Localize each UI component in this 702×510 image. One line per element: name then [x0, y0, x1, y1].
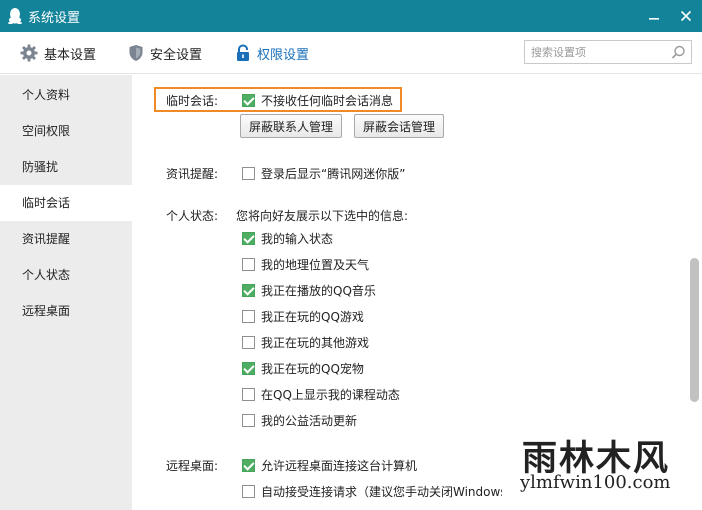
checkbox-checked[interactable]	[242, 362, 255, 375]
status-option-course-activity[interactable]: 在QQ上显示我的课程动态	[242, 386, 400, 403]
option-label: 在QQ上显示我的课程动态	[261, 388, 400, 402]
block-contacts-manage-button[interactable]: 屏蔽联系人管理	[240, 114, 343, 138]
news-reminder-label: 资讯提醒:	[166, 167, 219, 181]
option-label: 我的地理位置及天气	[261, 258, 370, 272]
settings-toolbar: 基本设置 安全设置 权限设置	[0, 32, 702, 74]
scrollbar-thumb[interactable]	[690, 258, 699, 402]
checkbox-checked[interactable]	[242, 459, 255, 472]
search-box	[524, 40, 692, 64]
search-icon[interactable]	[671, 45, 686, 60]
checkbox-unchecked[interactable]	[242, 485, 255, 498]
option-label: 我的输入状态	[261, 232, 334, 246]
option-label: 我正在玩的QQ宠物	[261, 362, 364, 376]
sidebar-item-profile[interactable]: 个人资料	[0, 77, 132, 113]
sidebar-item-news-reminder[interactable]: 资讯提醒	[0, 221, 132, 257]
option-label: 允许远程桌面连接这台计算机	[261, 459, 418, 473]
search-input[interactable]	[525, 41, 665, 63]
sidebar-item-anti-harassment[interactable]: 防骚扰	[0, 149, 132, 185]
watermark: 雨林木风 ylmfwin100.com	[520, 430, 700, 505]
remote-desktop-label: 远程桌面:	[166, 459, 219, 473]
sidebar-item-personal-status[interactable]: 个人状态	[0, 257, 132, 293]
lock-icon	[237, 44, 249, 61]
option-label: 我正在玩的QQ游戏	[261, 310, 364, 324]
tab-label: 基本设置	[44, 47, 97, 63]
sidebar-item-space-permission[interactable]: 空间权限	[0, 113, 132, 149]
shield-icon	[129, 45, 143, 61]
title-bar: 系统设置	[0, 0, 702, 32]
show-tencent-mini-option[interactable]: 登录后显示“腾讯网迷你版”	[242, 165, 405, 182]
watermark-url: ylmfwin100.com	[520, 472, 671, 493]
tab-label: 权限设置	[257, 47, 310, 63]
checkbox-unchecked[interactable]	[242, 310, 255, 323]
tab-permission-settings[interactable]: 权限设置	[235, 32, 309, 74]
close-button[interactable]	[670, 0, 702, 32]
gear-icon	[20, 44, 38, 62]
status-option-qq-pet[interactable]: 我正在玩的QQ宠物	[242, 360, 364, 377]
checkbox-unchecked[interactable]	[242, 336, 255, 349]
remote-allow-connection-option[interactable]: 允许远程桌面连接这台计算机	[242, 457, 417, 474]
option-label: 我的公益活动更新	[261, 414, 358, 428]
tab-basic-settings[interactable]: 基本设置	[20, 32, 96, 74]
checkbox-unchecked[interactable]	[242, 414, 255, 427]
temp-session-label: 临时会话:	[166, 94, 219, 108]
tab-security-settings[interactable]: 安全设置	[128, 32, 202, 74]
sidebar: 个人资料 空间权限 防骚扰 临时会话 资讯提醒 个人状态 远程桌面	[0, 75, 132, 510]
option-label: 我正在播放的QQ音乐	[261, 284, 376, 298]
option-label: 自动接受连接请求（建议您手动关闭Windows防火墙）	[261, 485, 502, 499]
checkbox-checked[interactable]	[242, 284, 255, 297]
status-option-location-weather[interactable]: 我的地理位置及天气	[242, 256, 369, 273]
reject-temp-session-option[interactable]: 不接收任何临时会话消息	[242, 92, 393, 109]
status-option-other-games[interactable]: 我正在玩的其他游戏	[242, 334, 369, 351]
status-option-typing[interactable]: 我的输入状态	[242, 230, 333, 247]
remote-auto-accept-option[interactable]: 自动接受连接请求（建议您手动关闭Windows防火墙）	[242, 483, 502, 500]
status-option-qq-music[interactable]: 我正在播放的QQ音乐	[242, 282, 376, 299]
tab-label: 安全设置	[150, 47, 203, 63]
status-option-charity[interactable]: 我的公益活动更新	[242, 412, 357, 429]
checkbox-checked[interactable]	[242, 94, 255, 107]
qq-penguin-icon	[8, 8, 22, 24]
checkbox-unchecked[interactable]	[242, 388, 255, 401]
sidebar-item-remote-desktop[interactable]: 远程桌面	[0, 293, 132, 329]
checkbox-unchecked[interactable]	[242, 258, 255, 271]
personal-status-description: 您将向好友展示以下选中的信息:	[236, 209, 409, 223]
window-title: 系统设置	[28, 10, 81, 26]
sidebar-item-temp-session[interactable]: 临时会话	[0, 185, 132, 221]
checkbox-checked[interactable]	[242, 232, 255, 245]
status-option-qq-game[interactable]: 我正在玩的QQ游戏	[242, 308, 364, 325]
minimize-icon	[649, 18, 659, 20]
option-label: 我正在玩的其他游戏	[261, 336, 370, 350]
close-icon	[680, 10, 692, 22]
block-sessions-manage-button[interactable]: 屏蔽会话管理	[354, 114, 445, 138]
personal-status-label: 个人状态:	[166, 209, 219, 223]
minimize-button[interactable]	[638, 0, 670, 32]
option-label: 不接收任何临时会话消息	[261, 94, 394, 108]
checkbox-unchecked[interactable]	[242, 167, 255, 180]
option-label: 登录后显示“腾讯网迷你版”	[261, 167, 406, 181]
